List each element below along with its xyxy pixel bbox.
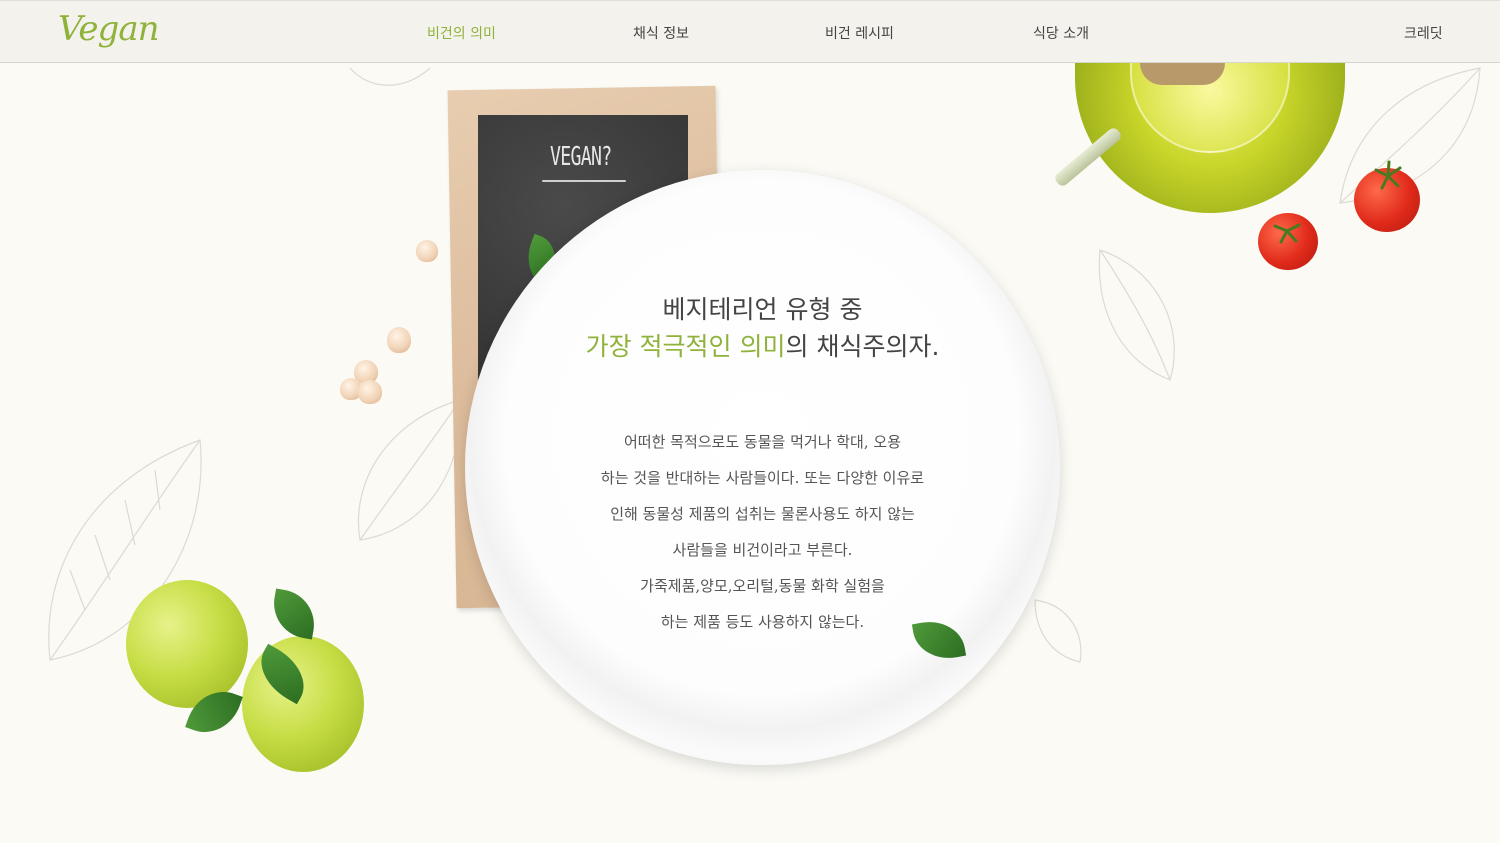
page-title-accent: 가장 적극적인 의미	[585, 332, 786, 361]
description-line: 하는 것을 반대하는 사람들이다. 또는 다양한 이유로	[600, 469, 925, 487]
nav-item-restaurant-intro[interactable]: 식당 소개	[1033, 23, 1089, 43]
chalkboard-underline	[542, 180, 626, 182]
leaf-outline-decoration	[1034, 599, 1082, 663]
nav-item-vegetarian-info[interactable]: 채식 정보	[633, 23, 689, 43]
nav-item-credit[interactable]: 크레딧	[1404, 23, 1443, 43]
garlic-clove-image	[416, 240, 438, 262]
lime-image	[126, 580, 248, 708]
leaf-outline-decoration	[1098, 249, 1175, 381]
page-title-line2: 가장 적극적인 의미의 채식주의자.	[465, 327, 1060, 363]
basil-leaf-image	[268, 588, 320, 640]
nav-item-vegan-recipe[interactable]: 비건 레시피	[825, 23, 894, 43]
description-line: 어떠한 목적으로도 동물을 먹거나 학대, 오용	[623, 433, 901, 451]
chalkboard-title: VEGAN?	[550, 142, 612, 172]
lime-image	[242, 636, 364, 772]
site-header: Vegan 비건의 의미 채식 정보 비건 레시피 식당 소개 크레딧	[0, 0, 1500, 63]
page-title-rest: 의 채식주의자.	[785, 332, 940, 361]
garlic-clove-image	[358, 380, 382, 404]
leaf-outline-decoration	[358, 399, 462, 541]
tomato-stem-icon	[1374, 160, 1402, 190]
description-line: 사람들을 비건이라고 부른다.	[672, 541, 853, 559]
logo[interactable]: Vegan	[58, 9, 159, 49]
tomato-stem-icon	[1273, 223, 1301, 244]
description-line: 인해 동물성 제품의 섭취는 물론사용도 하지 않는	[610, 505, 915, 523]
garlic-clove-image	[387, 327, 411, 353]
nav-item-vegan-meaning[interactable]: 비건의 의미	[427, 23, 496, 43]
cork-image	[1140, 63, 1225, 85]
leaf-outline-decoration	[349, 67, 431, 86]
page-title-line1: 베지테리언 유형 중	[662, 295, 863, 324]
description-line: 가죽제품,양모,오리털,동물 화학 실험을	[640, 577, 885, 595]
